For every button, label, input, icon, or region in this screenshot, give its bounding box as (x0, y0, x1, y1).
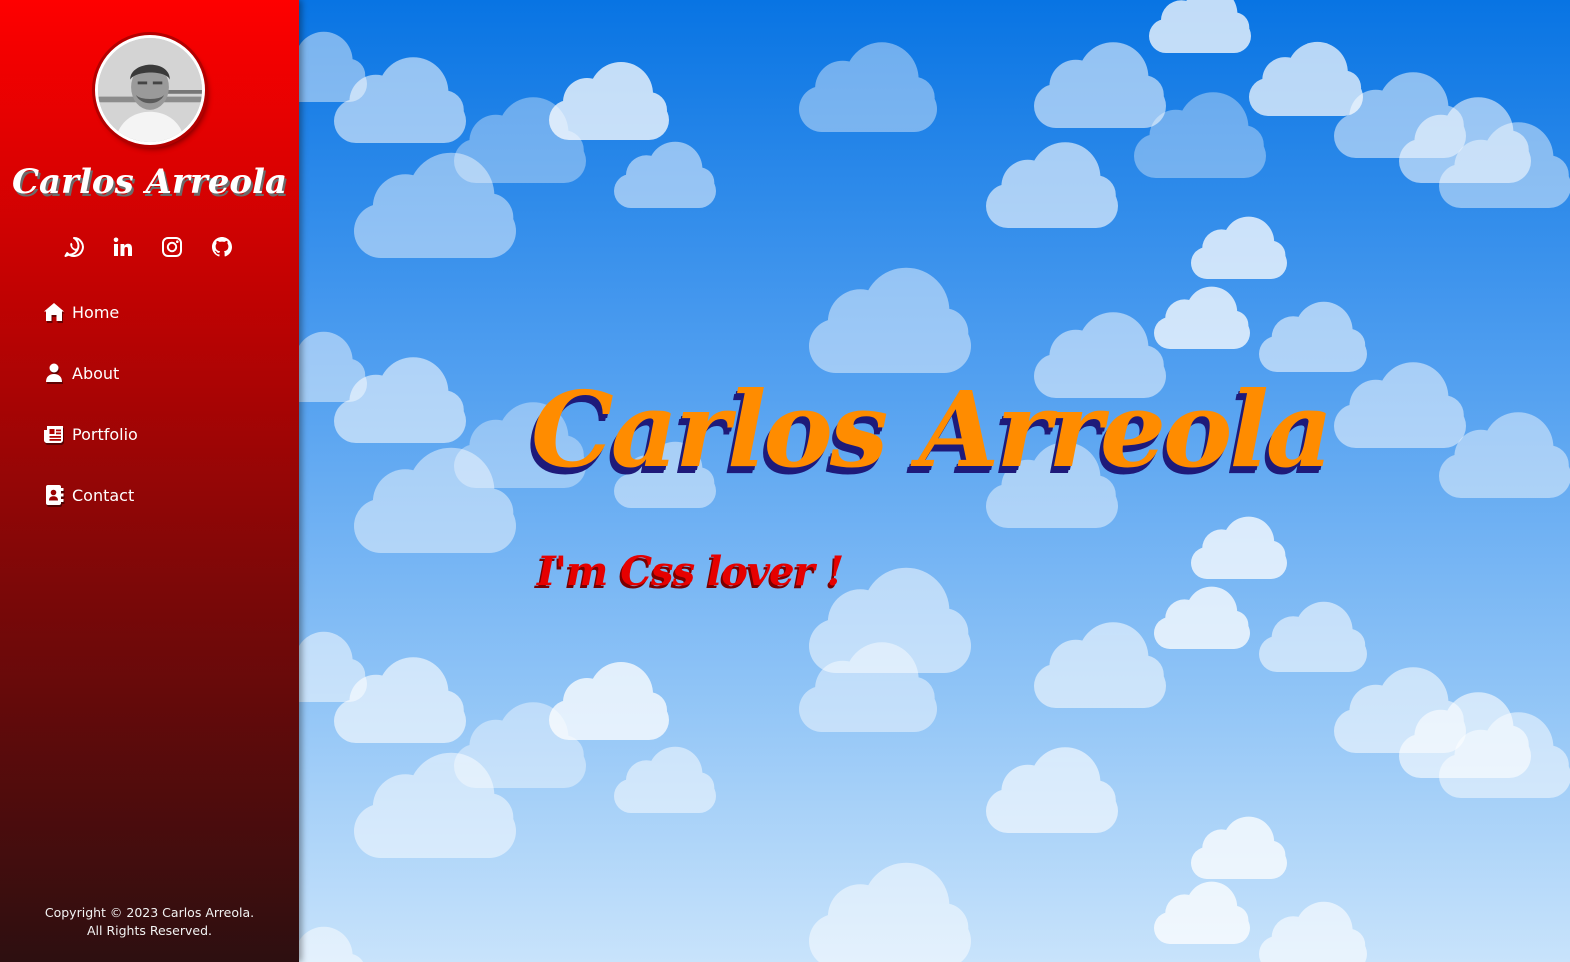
profile-photo (98, 38, 202, 142)
copyright-text: Copyright © 2023 Carlos Arreola. (44, 905, 255, 920)
nav-label-contact: Contact (72, 485, 135, 505)
nav-item-home[interactable]: Home (42, 297, 119, 327)
instagram-icon (162, 237, 182, 257)
whatsapp-link[interactable] (59, 232, 89, 262)
nav-item-portfolio[interactable]: Portfolio (42, 419, 138, 449)
linkedin-icon (113, 237, 132, 256)
footer: Copyright © 2023 Carlos Arreola. All Rig… (0, 904, 299, 940)
user-icon (46, 363, 62, 382)
hero-title: Carlos Arreola (531, 368, 1333, 491)
instagram-link[interactable] (157, 232, 187, 262)
address-book-icon (46, 485, 64, 505)
nav-label-portfolio: Portfolio (72, 424, 138, 444)
github-link[interactable] (207, 232, 237, 262)
social-links (0, 232, 299, 266)
hero-subtitle: I'm Css lover ! (537, 548, 844, 595)
nav-label-about: About (72, 363, 120, 383)
github-icon (212, 237, 232, 257)
nav-label-home: Home (72, 302, 120, 322)
main-hero: Carlos Arreola I'm Css lover ! (299, 0, 1570, 962)
newspaper-icon (44, 426, 63, 443)
nav-item-contact[interactable]: Contact (42, 480, 134, 510)
home-icon (44, 303, 64, 321)
sidebar: Carlos Arreola Home About Portfolio Cont… (0, 0, 299, 962)
whatsapp-icon (64, 237, 84, 257)
sidebar-name: Carlos Arreola (11, 162, 288, 202)
linkedin-link[interactable] (108, 232, 138, 262)
nav-item-about[interactable]: About (42, 358, 119, 388)
avatar (95, 35, 205, 145)
rights-text: All Rights Reserved. (86, 923, 213, 938)
